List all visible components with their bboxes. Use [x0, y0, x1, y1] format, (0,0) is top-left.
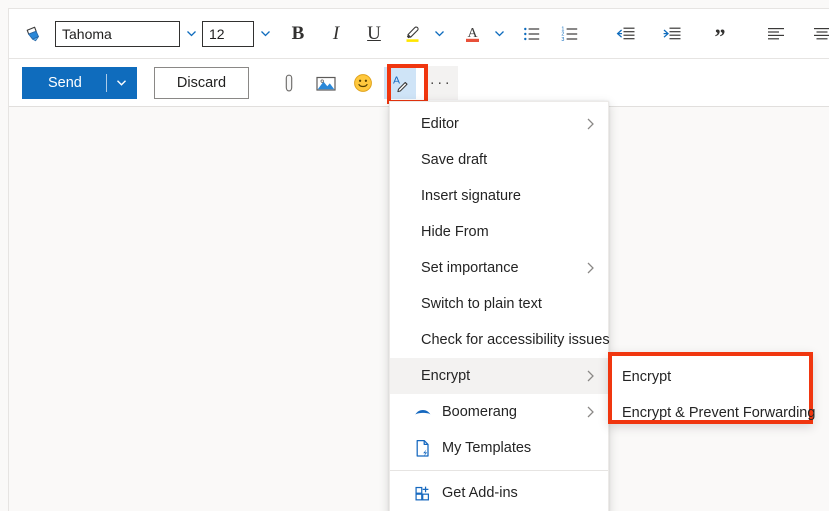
svg-text:A: A	[467, 26, 478, 41]
align-center-icon[interactable]	[806, 18, 829, 50]
discard-button[interactable]: Discard	[153, 66, 250, 99]
chevron-right-icon	[585, 405, 596, 419]
more-options-button[interactable]: ···	[424, 65, 459, 100]
bold-label: B	[291, 22, 305, 44]
underline-label: U	[367, 22, 381, 44]
submenu-item-label: Encrypt	[622, 369, 672, 385]
menu-item-label: Editor	[421, 116, 459, 132]
decrease-indent-icon[interactable]	[610, 18, 642, 50]
font-size-chevron-down-icon[interactable]	[254, 19, 276, 49]
highlight-color-chevron-down-icon[interactable]	[428, 19, 450, 49]
align-left-icon[interactable]	[760, 18, 792, 50]
send-button-label: Send	[48, 74, 82, 91]
menu-item-label: Boomerang	[442, 404, 517, 420]
menu-item-label: Encrypt	[421, 368, 471, 384]
menu-item-label: Set importance	[421, 260, 519, 276]
font-color-chevron-down-icon[interactable]	[488, 19, 510, 49]
attach-file-icon[interactable]	[273, 67, 305, 99]
send-button[interactable]: Send	[22, 66, 137, 99]
chevron-right-icon	[585, 369, 596, 383]
submenu-item-encrypt-prevent-forwarding[interactable]: Encrypt & Prevent Forwarding	[612, 397, 815, 429]
menu-item-label: Switch to plain text	[421, 296, 542, 312]
font-size-combobox[interactable]: 12	[202, 20, 254, 47]
menu-item-get-addins[interactable]: Get Add-ins	[390, 475, 608, 511]
menu-item-save-draft[interactable]: Save draft	[390, 142, 608, 178]
svg-text:3: 3	[561, 36, 564, 42]
submenu-item-encrypt[interactable]: Encrypt	[612, 361, 809, 393]
menu-item-check-accessibility[interactable]: Check for accessibility issues	[390, 322, 610, 358]
bold-button[interactable]: B	[282, 18, 314, 50]
insert-picture-icon[interactable]	[310, 67, 342, 99]
font-color-icon[interactable]: A	[456, 18, 488, 50]
svg-text:A: A	[393, 74, 400, 86]
font-name-value: Tahoma	[62, 25, 112, 42]
menu-item-set-importance[interactable]: Set importance	[390, 250, 608, 286]
more-options-menu: Editor Save draft Insert signature Hide …	[389, 101, 610, 511]
my-templates-icon	[414, 439, 432, 457]
font-name-chevron-down-icon[interactable]	[180, 19, 202, 49]
increase-indent-icon[interactable]	[656, 18, 688, 50]
menu-item-switch-to-plain-text[interactable]: Switch to plain text	[390, 286, 608, 322]
underline-button[interactable]: U	[358, 18, 390, 50]
menu-item-label: Check for accessibility issues	[421, 332, 610, 348]
discard-button-label: Discard	[176, 74, 227, 91]
menu-item-encrypt[interactable]: Encrypt	[390, 358, 608, 394]
insert-signature-icon[interactable]: A	[384, 66, 417, 99]
format-painter-icon[interactable]	[17, 18, 49, 50]
get-addins-icon	[414, 484, 432, 502]
menu-item-label: My Templates	[442, 440, 532, 456]
outlook-compose-toolbar-screen: Tahoma 12 B I U A 1 2 3 ” Send Discard A…	[0, 0, 829, 511]
italic-label: I	[332, 22, 340, 44]
boomerang-icon	[414, 403, 432, 421]
menu-divider	[390, 470, 608, 471]
menu-item-insert-signature[interactable]: Insert signature	[390, 178, 608, 214]
menu-item-label: Save draft	[421, 152, 488, 168]
more-options-label: ···	[429, 74, 453, 91]
highlight-color-icon[interactable]	[396, 18, 428, 50]
italic-button[interactable]: I	[320, 18, 352, 50]
font-name-combobox[interactable]: Tahoma	[55, 20, 180, 47]
menu-item-my-templates[interactable]: My Templates	[390, 430, 608, 466]
menu-item-label: Hide From	[421, 224, 489, 240]
chevron-right-icon	[585, 261, 596, 275]
insert-emoji-icon[interactable]	[347, 67, 379, 99]
send-options-chevron-down-icon[interactable]	[107, 67, 137, 99]
compose-action-toolbar: Send Discard A ···	[9, 59, 829, 107]
quote-button[interactable]: ”	[704, 18, 736, 50]
menu-item-label: Get Add-ins	[442, 485, 518, 501]
menu-item-hide-from[interactable]: Hide From	[390, 214, 608, 250]
font-size-value: 12	[209, 25, 225, 42]
menu-item-editor[interactable]: Editor	[390, 106, 608, 142]
numbered-list-icon[interactable]: 1 2 3	[554, 18, 586, 50]
submenu-item-label: Encrypt & Prevent Forwarding	[622, 405, 816, 421]
bulleted-list-icon[interactable]	[516, 18, 548, 50]
chevron-right-icon	[585, 117, 596, 131]
menu-item-label: Insert signature	[421, 188, 521, 204]
encrypt-submenu: Encrypt Encrypt & Prevent Forwarding	[608, 352, 815, 424]
quote-label: ”	[714, 24, 726, 49]
menu-item-boomerang[interactable]: Boomerang	[390, 394, 608, 430]
formatting-toolbar: Tahoma 12 B I U A 1 2 3 ”	[9, 8, 829, 59]
